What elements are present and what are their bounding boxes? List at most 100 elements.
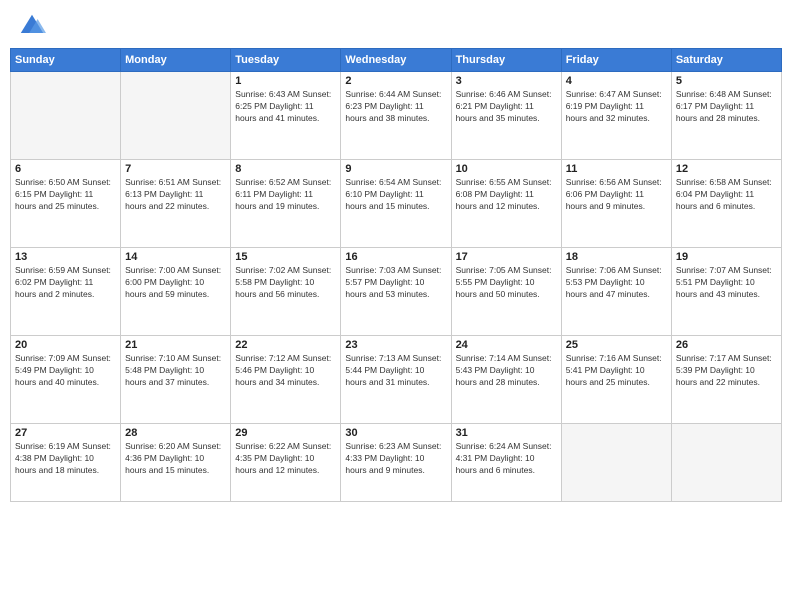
header bbox=[0, 0, 792, 48]
day-cell: 20 Sunrise: 7:09 AM Sunset: 5:49 PM Dayli… bbox=[11, 336, 121, 424]
day-info: Sunrise: 6:46 AM Sunset: 6:21 PM Dayligh… bbox=[456, 89, 557, 125]
day-cell: 31 Sunrise: 6:24 AM Sunset: 4:31 PM Dayli… bbox=[451, 424, 561, 502]
day-number: 15 bbox=[235, 251, 336, 263]
week-row-1: 1Sunrise: 6:43 AM Sunset: 6:25 PM Daylig… bbox=[11, 72, 782, 160]
day-info: Sunrise: 7:09 AM Sunset: 5:49 PM Dayligh… bbox=[15, 353, 116, 389]
day-number: 21 bbox=[125, 339, 226, 351]
day-number: 20 bbox=[15, 339, 116, 351]
day-number: 3 bbox=[456, 75, 557, 87]
day-cell: 23Sunrise: 7:13 AM Sunset: 5:44 PM Dayli… bbox=[341, 336, 451, 424]
day-number: 7 bbox=[125, 163, 226, 175]
day-info: Sunrise: 6:58 AM Sunset: 6:04 PM Dayligh… bbox=[676, 177, 777, 213]
day-cell: 18 Sunrise: 7:06 AM Sunset: 5:53 PM Dayli… bbox=[561, 248, 671, 336]
week-row-4: 20 Sunrise: 7:09 AM Sunset: 5:49 PM Dayli… bbox=[11, 336, 782, 424]
day-cell: 15Sunrise: 7:02 AM Sunset: 5:58 PM Dayli… bbox=[231, 248, 341, 336]
day-cell: 11Sunrise: 6:56 AM Sunset: 6:06 PM Dayli… bbox=[561, 160, 671, 248]
day-info: Sunrise: 6:24 AM Sunset: 4:31 PM Dayligh… bbox=[456, 441, 557, 477]
day-info: Sunrise: 6:50 AM Sunset: 6:15 PM Dayligh… bbox=[15, 177, 116, 213]
day-number: 22 bbox=[235, 339, 336, 351]
day-cell: 4 Sunrise: 6:47 AM Sunset: 6:19 PM Daylig… bbox=[561, 72, 671, 160]
day-cell: 14 Sunrise: 7:00 AM Sunset: 6:00 PM Dayli… bbox=[121, 248, 231, 336]
day-number: 16 bbox=[345, 251, 446, 263]
day-cell: 24 Sunrise: 7:14 AM Sunset: 5:43 PM Dayli… bbox=[451, 336, 561, 424]
logo bbox=[18, 12, 50, 40]
day-info: Sunrise: 7:06 AM Sunset: 5:53 PM Dayligh… bbox=[566, 265, 667, 301]
day-cell: 29Sunrise: 6:22 AM Sunset: 4:35 PM Dayli… bbox=[231, 424, 341, 502]
day-header-monday: Monday bbox=[121, 49, 231, 72]
day-cell: 22 Sunrise: 7:12 AM Sunset: 5:46 PM Dayli… bbox=[231, 336, 341, 424]
day-info: Sunrise: 6:44 AM Sunset: 6:23 PM Dayligh… bbox=[345, 89, 446, 125]
day-number: 14 bbox=[125, 251, 226, 263]
logo-icon bbox=[18, 12, 46, 40]
day-info: Sunrise: 6:52 AM Sunset: 6:11 PM Dayligh… bbox=[235, 177, 336, 213]
day-number: 12 bbox=[676, 163, 777, 175]
day-number: 23 bbox=[345, 339, 446, 351]
day-header-wednesday: Wednesday bbox=[341, 49, 451, 72]
day-cell: 7 Sunrise: 6:51 AM Sunset: 6:13 PM Daylig… bbox=[121, 160, 231, 248]
day-number: 18 bbox=[566, 251, 667, 263]
day-cell: 19 Sunrise: 7:07 AM Sunset: 5:51 PM Dayli… bbox=[671, 248, 781, 336]
day-number: 17 bbox=[456, 251, 557, 263]
day-number: 10 bbox=[456, 163, 557, 175]
day-info: Sunrise: 6:48 AM Sunset: 6:17 PM Dayligh… bbox=[676, 89, 777, 125]
day-info: Sunrise: 7:05 AM Sunset: 5:55 PM Dayligh… bbox=[456, 265, 557, 301]
day-cell: 2 Sunrise: 6:44 AM Sunset: 6:23 PM Daylig… bbox=[341, 72, 451, 160]
day-header-tuesday: Tuesday bbox=[231, 49, 341, 72]
week-row-2: 6 Sunrise: 6:50 AM Sunset: 6:15 PM Daylig… bbox=[11, 160, 782, 248]
day-number: 28 bbox=[125, 427, 226, 439]
day-cell: 26 Sunrise: 7:17 AM Sunset: 5:39 PM Dayli… bbox=[671, 336, 781, 424]
day-number: 9 bbox=[345, 163, 446, 175]
day-number: 29 bbox=[235, 427, 336, 439]
day-number: 30 bbox=[345, 427, 446, 439]
day-number: 26 bbox=[676, 339, 777, 351]
day-info: Sunrise: 7:03 AM Sunset: 5:57 PM Dayligh… bbox=[345, 265, 446, 301]
day-number: 2 bbox=[345, 75, 446, 87]
day-cell: 3 Sunrise: 6:46 AM Sunset: 6:21 PM Daylig… bbox=[451, 72, 561, 160]
day-number: 24 bbox=[456, 339, 557, 351]
day-number: 6 bbox=[15, 163, 116, 175]
calendar-table: SundayMondayTuesdayWednesdayThursdayFrid… bbox=[10, 48, 782, 502]
day-header-thursday: Thursday bbox=[451, 49, 561, 72]
day-info: Sunrise: 7:07 AM Sunset: 5:51 PM Dayligh… bbox=[676, 265, 777, 301]
day-number: 4 bbox=[566, 75, 667, 87]
day-number: 13 bbox=[15, 251, 116, 263]
day-info: Sunrise: 6:23 AM Sunset: 4:33 PM Dayligh… bbox=[345, 441, 446, 477]
day-info: Sunrise: 6:47 AM Sunset: 6:19 PM Dayligh… bbox=[566, 89, 667, 125]
day-cell: 9 Sunrise: 6:54 AM Sunset: 6:10 PM Daylig… bbox=[341, 160, 451, 248]
day-cell: 6 Sunrise: 6:50 AM Sunset: 6:15 PM Daylig… bbox=[11, 160, 121, 248]
day-cell bbox=[561, 424, 671, 502]
day-cell bbox=[121, 72, 231, 160]
day-info: Sunrise: 7:12 AM Sunset: 5:46 PM Dayligh… bbox=[235, 353, 336, 389]
day-cell: 30 Sunrise: 6:23 AM Sunset: 4:33 PM Dayli… bbox=[341, 424, 451, 502]
header-row: SundayMondayTuesdayWednesdayThursdayFrid… bbox=[11, 49, 782, 72]
day-cell: 17 Sunrise: 7:05 AM Sunset: 5:55 PM Dayli… bbox=[451, 248, 561, 336]
day-info: Sunrise: 6:54 AM Sunset: 6:10 PM Dayligh… bbox=[345, 177, 446, 213]
day-cell: 21Sunrise: 7:10 AM Sunset: 5:48 PM Dayli… bbox=[121, 336, 231, 424]
day-cell: 28 Sunrise: 6:20 AM Sunset: 4:36 PM Dayli… bbox=[121, 424, 231, 502]
day-number: 31 bbox=[456, 427, 557, 439]
page: SundayMondayTuesdayWednesdayThursdayFrid… bbox=[0, 0, 792, 612]
day-cell: 12 Sunrise: 6:58 AM Sunset: 6:04 PM Dayli… bbox=[671, 160, 781, 248]
day-header-saturday: Saturday bbox=[671, 49, 781, 72]
week-row-3: 13 Sunrise: 6:59 AM Sunset: 6:02 PM Dayli… bbox=[11, 248, 782, 336]
calendar: SundayMondayTuesdayWednesdayThursdayFrid… bbox=[0, 48, 792, 612]
day-info: Sunrise: 7:00 AM Sunset: 6:00 PM Dayligh… bbox=[125, 265, 226, 301]
day-cell: 8Sunrise: 6:52 AM Sunset: 6:11 PM Daylig… bbox=[231, 160, 341, 248]
day-header-friday: Friday bbox=[561, 49, 671, 72]
day-cell bbox=[671, 424, 781, 502]
day-info: Sunrise: 6:20 AM Sunset: 4:36 PM Dayligh… bbox=[125, 441, 226, 477]
day-info: Sunrise: 7:17 AM Sunset: 5:39 PM Dayligh… bbox=[676, 353, 777, 389]
day-number: 27 bbox=[15, 427, 116, 439]
day-info: Sunrise: 6:59 AM Sunset: 6:02 PM Dayligh… bbox=[15, 265, 116, 301]
day-info: Sunrise: 6:51 AM Sunset: 6:13 PM Dayligh… bbox=[125, 177, 226, 213]
day-info: Sunrise: 6:56 AM Sunset: 6:06 PM Dayligh… bbox=[566, 177, 667, 213]
day-cell: 16 Sunrise: 7:03 AM Sunset: 5:57 PM Dayli… bbox=[341, 248, 451, 336]
day-cell: 13 Sunrise: 6:59 AM Sunset: 6:02 PM Dayli… bbox=[11, 248, 121, 336]
week-row-5: 27 Sunrise: 6:19 AM Sunset: 4:38 PM Dayli… bbox=[11, 424, 782, 502]
day-cell bbox=[11, 72, 121, 160]
day-info: Sunrise: 6:43 AM Sunset: 6:25 PM Dayligh… bbox=[235, 89, 336, 125]
day-cell: 1Sunrise: 6:43 AM Sunset: 6:25 PM Daylig… bbox=[231, 72, 341, 160]
day-info: Sunrise: 7:14 AM Sunset: 5:43 PM Dayligh… bbox=[456, 353, 557, 389]
day-number: 19 bbox=[676, 251, 777, 263]
day-info: Sunrise: 6:19 AM Sunset: 4:38 PM Dayligh… bbox=[15, 441, 116, 477]
